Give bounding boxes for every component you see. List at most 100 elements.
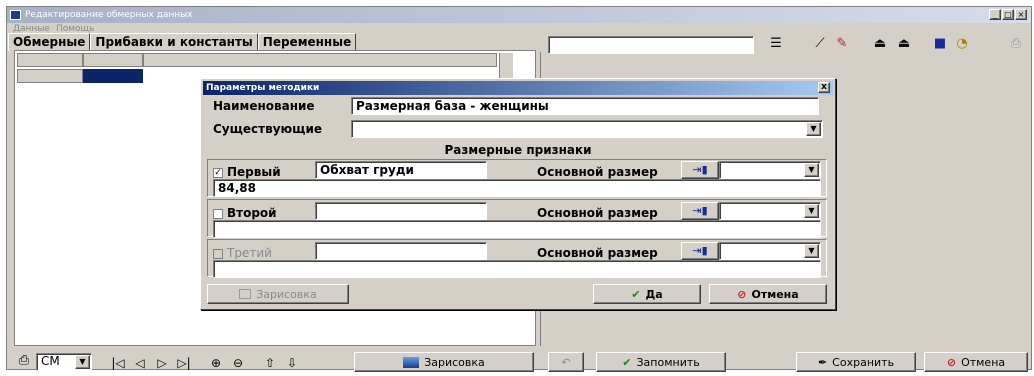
- next-record-icon[interactable]: ▷: [152, 353, 172, 372]
- first-main-size-label: Основной размер: [537, 165, 658, 179]
- sketch-icon: [403, 356, 420, 368]
- sketch-label: Зарисовка: [424, 355, 485, 369]
- undo-icon: ↶: [561, 355, 571, 369]
- save-label: Сохранить: [832, 355, 895, 369]
- cancel-icon: ⊘: [946, 355, 957, 369]
- close-window-button[interactable]: ×: [1015, 9, 1027, 20]
- first-main-size-value: [720, 161, 728, 177]
- ok-label: Да: [645, 287, 663, 301]
- search-combo[interactable]: [548, 36, 754, 54]
- grid-header-cell: [143, 53, 497, 67]
- sketch-icon: [239, 289, 252, 299]
- chevron-down-icon[interactable]: ▼: [804, 244, 819, 258]
- first-feature-input[interactable]: Обхват груди: [315, 161, 487, 179]
- grid-row-header[interactable]: [17, 69, 83, 83]
- tab-strip: Обмерные Прибавки и константы Переменные: [8, 33, 357, 51]
- print-icon[interactable]: ⎙: [1006, 35, 1026, 55]
- first-main-size-select[interactable]: ▼: [719, 161, 821, 179]
- ok-button[interactable]: ✔ Да: [593, 284, 701, 304]
- minimize-button[interactable]: _: [989, 9, 1001, 20]
- checkbox-checked-icon: ✓: [213, 167, 223, 178]
- undo-button[interactable]: ↶: [548, 352, 584, 372]
- second-label: Второй: [227, 206, 277, 220]
- import-icon[interactable]: ⏏: [870, 35, 890, 55]
- unit-value: СМ: [41, 354, 60, 368]
- window-controls: _ □ ×: [989, 9, 1027, 20]
- remember-label: Запомнить: [636, 355, 700, 369]
- move-up-icon[interactable]: ⇧: [260, 353, 280, 372]
- checkmark-icon: ✔: [631, 287, 641, 301]
- tab-variables[interactable]: Переменные: [257, 33, 357, 51]
- dialog-title-bar: Параметры методики x: [203, 81, 833, 95]
- dialog-cancel-label: Отмена: [751, 287, 799, 301]
- prev-record-icon[interactable]: ◁: [130, 353, 150, 372]
- existing-label: Существующие: [213, 122, 322, 136]
- app-icon: [10, 10, 21, 20]
- cancel-icon: ⊘: [737, 287, 747, 301]
- open-folder-icon[interactable]: ◔: [952, 35, 972, 55]
- sketch-button[interactable]: Зарисовка: [354, 352, 534, 372]
- chevron-down-icon[interactable]: ▼: [804, 163, 819, 177]
- unit-select[interactable]: СМ ▼: [36, 353, 92, 371]
- pencil-icon[interactable]: ✎: [832, 35, 852, 55]
- tab-allowances[interactable]: Прибавки и константы: [90, 33, 258, 51]
- edit-line-icon[interactable]: ⟋: [810, 35, 830, 55]
- name-label: Наименование: [213, 99, 315, 113]
- second-checkbox[interactable]: Второй: [213, 206, 277, 220]
- third-feature-input[interactable]: [315, 242, 487, 260]
- cancel-label: Отмена: [961, 355, 1006, 369]
- first-values-input[interactable]: 84,88: [213, 179, 821, 197]
- maximize-button[interactable]: □: [1002, 9, 1014, 20]
- method-params-dialog: Параметры методики x Наименование Размер…: [200, 78, 836, 310]
- chevron-down-icon[interactable]: ▼: [804, 204, 819, 218]
- tab-measurements[interactable]: Обмерные: [8, 33, 91, 51]
- move-down-icon[interactable]: ⇩: [282, 353, 302, 372]
- dialog-cancel-button[interactable]: ⊘ Отмена: [709, 284, 827, 304]
- dialog-sketch-label: Зарисовка: [256, 287, 317, 301]
- pen-icon: ✒: [817, 355, 828, 369]
- pick-size-icon[interactable]: ⇥▮: [681, 202, 719, 220]
- remove-record-icon[interactable]: ⊖: [228, 353, 248, 372]
- chevron-down-icon[interactable]: ▼: [75, 355, 90, 369]
- first-record-icon[interactable]: |◁: [108, 353, 128, 372]
- dialog-title: Параметры методики: [206, 83, 320, 93]
- grid-selected-cell[interactable]: [83, 69, 143, 83]
- checkmark-icon: ✔: [622, 355, 632, 369]
- second-main-size-value: [720, 202, 728, 218]
- name-input[interactable]: Размерная база - женщины: [351, 97, 819, 115]
- existing-value: [352, 120, 360, 136]
- checkbox-empty-icon: [213, 208, 223, 219]
- third-values-input[interactable]: [213, 260, 821, 278]
- second-main-size-label: Основной размер: [537, 206, 658, 220]
- window-title: Редактирование обмерных данных: [25, 10, 193, 20]
- first-checkbox[interactable]: ✓ Первый: [213, 165, 281, 179]
- remember-button[interactable]: ✔ Запомнить: [596, 352, 726, 372]
- add-record-icon[interactable]: ⊕: [206, 353, 226, 372]
- second-values-input[interactable]: [213, 220, 821, 238]
- checkbox-disabled-icon: [213, 248, 223, 259]
- existing-select[interactable]: ▼: [351, 120, 823, 138]
- third-checkbox[interactable]: Третий: [213, 246, 272, 260]
- dialog-sketch-button[interactable]: Зарисовка: [207, 284, 349, 304]
- list-icon[interactable]: ☰: [766, 35, 786, 55]
- grid-header-cell: [17, 53, 83, 67]
- export-icon[interactable]: ⏏: [894, 35, 914, 55]
- save-disk-icon[interactable]: ■: [930, 35, 950, 55]
- dialog-close-button[interactable]: x: [818, 82, 830, 93]
- chevron-down-icon[interactable]: ▼: [806, 122, 821, 136]
- last-record-icon[interactable]: ▷|: [174, 353, 194, 372]
- search-value: [549, 36, 557, 52]
- third-main-size-value: [720, 242, 728, 258]
- first-label: Первый: [227, 165, 281, 179]
- second-feature-input[interactable]: [315, 202, 487, 220]
- third-main-size-label: Основной размер: [537, 246, 658, 260]
- second-main-size-select[interactable]: ▼: [719, 202, 821, 220]
- pick-size-icon[interactable]: ⇥▮: [681, 161, 719, 179]
- third-main-size-select[interactable]: ▼: [719, 242, 821, 260]
- printer-icon[interactable]: ⎙: [14, 352, 34, 372]
- cancel-button[interactable]: ⊘ Отмена: [924, 352, 1028, 372]
- save-button[interactable]: ✒ Сохранить: [796, 352, 916, 372]
- grid-header-cell: [83, 53, 143, 67]
- pick-size-icon[interactable]: ⇥▮: [681, 242, 719, 260]
- third-label: Третий: [227, 246, 272, 260]
